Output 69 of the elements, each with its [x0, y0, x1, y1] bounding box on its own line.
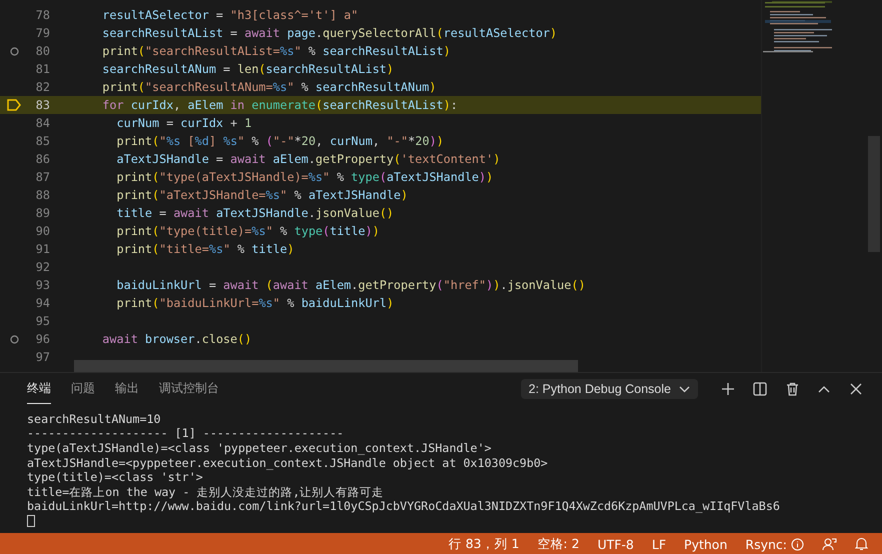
- terminal-output-line: type(title)=<class 'str'>: [27, 470, 204, 485]
- code-line: print("aTextJSHandle=%s" % aTextJSHandle): [116, 188, 408, 202]
- panel-tab[interactable]: 终端: [27, 374, 51, 404]
- add-terminal-icon: [721, 382, 735, 396]
- line-number: 84: [34, 116, 50, 130]
- terminal-output-line: title=在路上on the way - 走别人没走过的路,让别人有路可走: [27, 484, 385, 500]
- code-line: print("baiduLinkUrl=%s" % baiduLinkUrl): [116, 296, 394, 310]
- line-number: 86: [34, 152, 50, 166]
- split-icon: [753, 382, 767, 396]
- status-item[interactable]: Rsync:: [745, 536, 804, 552]
- breakpoint-icon[interactable]: [10, 334, 18, 344]
- code-line: title = await aTextJSHandle.jsonValue(): [116, 206, 394, 220]
- line-number: 87: [34, 170, 50, 184]
- code-line: print("searchResultAList=%s" % searchResultAList): [101, 44, 450, 58]
- status-item[interactable]: LF: [652, 536, 666, 552]
- status-item[interactable]: Python: [684, 536, 728, 552]
- line-number: 89: [34, 206, 50, 220]
- code-line: baiduLinkUrl = await (await aElem.getProperty("href")).jsonValue(): [116, 278, 586, 292]
- chevron-up-icon: [817, 384, 831, 394]
- line-number: 80: [34, 44, 50, 58]
- status-item[interactable]: UTF-8: [597, 536, 634, 552]
- terminal-cursor: [27, 515, 35, 527]
- line-number: 92: [34, 260, 50, 274]
- code-line: curNum = curIdx + 1: [116, 116, 252, 130]
- code-line: print("%s [%d] %s" % ("-"*20, curNum, "-"*20)): [116, 134, 444, 148]
- trash-icon: [786, 382, 798, 396]
- panel-tab[interactable]: 调试控制台: [159, 374, 219, 404]
- code-line: print("type(title)=%s" % type(title)): [116, 224, 380, 238]
- terminal-output-line: type(aTextJSHandle)=<class 'pyppeteer.execution_context.JSHandle'>: [27, 441, 492, 456]
- code-line: print("searchResultANum=%s" % searchResultANum): [101, 80, 436, 94]
- bell-icon[interactable]: [855, 537, 868, 551]
- code-line: print("type(aTextJSHandle)=%s" % type(aTextJSHandle)): [116, 170, 494, 184]
- breakpoint-icon[interactable]: [10, 46, 18, 56]
- line-number: 83: [34, 98, 50, 112]
- code-line: for curIdx, aElem in enumerate(searchResultAList):: [101, 98, 458, 112]
- line-number: 88: [34, 188, 50, 202]
- line-number: 95: [34, 314, 50, 328]
- code-line: resultASelector = "h3[class^='t'] a": [101, 8, 358, 22]
- info-icon: [791, 538, 804, 550]
- status-item[interactable]: 行 83，列 1: [448, 536, 520, 552]
- code-line: searchResultANum = len(searchResultAList): [101, 62, 394, 76]
- line-number: 78: [34, 8, 50, 22]
- close-icon: [850, 383, 862, 396]
- feedback-icon[interactable]: [822, 537, 837, 551]
- terminal-output-line: baiduLinkUrl=http://www.baidu.com/link?url=1l0yCSpJcbVYGRoCdaXUal3NIDZXTn9F1Q4XwZcd6KzpAmUVPLca_wIIqFVlaBs6: [27, 499, 781, 514]
- code-line: print("title=%s" % title): [116, 242, 294, 256]
- line-number: 79: [34, 26, 50, 40]
- terminal-output-line: searchResultANum=10: [27, 412, 162, 426]
- line-number: 97: [34, 350, 50, 364]
- line-number: 93: [34, 278, 50, 292]
- status-item[interactable]: 空格: 2: [537, 536, 580, 552]
- code-line: aTextJSHandle = await aElem.getProperty('textContent'): [116, 152, 500, 166]
- line-number: 90: [34, 224, 50, 238]
- console-dropdown[interactable]: 2: Python Debug Console: [520, 379, 698, 400]
- code-line: await browser.close(): [101, 332, 252, 346]
- panel-tab[interactable]: 问题: [71, 374, 95, 404]
- scrollbar-thumb[interactable]: [868, 136, 880, 252]
- line-number: 94: [34, 296, 50, 310]
- horizontal-scrollbar[interactable]: [74, 360, 578, 372]
- code-line: searchResultAList = await page.querySelectorAll(resultASelector): [101, 26, 558, 40]
- line-number: 96: [34, 332, 50, 346]
- panel-tab[interactable]: 输出: [115, 374, 139, 404]
- line-number: 82: [34, 80, 50, 94]
- chevron-down-icon: [679, 386, 690, 393]
- line-number: 81: [34, 62, 50, 76]
- terminal-output-line: aTextJSHandle=<pyppeteer.execution_context.JSHandle object at 0x10309c9b0>: [27, 456, 549, 470]
- line-number: 91: [34, 242, 50, 256]
- terminal-output-line: -------------------- [1] --------------------: [27, 426, 345, 442]
- line-number: 85: [34, 134, 50, 148]
